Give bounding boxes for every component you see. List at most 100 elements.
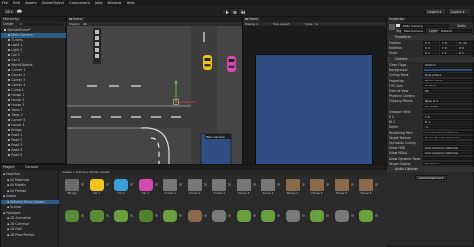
asset-thumbnail[interactable]: [310, 210, 324, 222]
expand-prefab-icon[interactable]: [105, 183, 109, 186]
camera-prop-field[interactable]: [423, 141, 473, 145]
rotation-y-field[interactable]: Y 0: [440, 46, 456, 50]
asset-thumbnail[interactable]: [285, 210, 300, 222]
asset-thumbnail[interactable]: [163, 179, 177, 191]
asset-thumbnail[interactable]: [114, 210, 128, 222]
camera-prop-field[interactable]: Everything: [423, 73, 473, 77]
camera-prop-field[interactable]: [423, 94, 473, 98]
position-y-field[interactable]: Y 0: [440, 41, 456, 45]
asset-thumbnail[interactable]: [236, 179, 251, 191]
asset-thumbnail[interactable]: [212, 210, 226, 222]
camera-prop-field[interactable]: -1: [423, 125, 473, 129]
camera-section-header[interactable]: Camera: [387, 57, 474, 62]
play-button[interactable]: [222, 7, 230, 15]
folder-item[interactable]: ▪ All Prefabs: [7, 189, 26, 193]
asset-thumbnail[interactable]: [163, 210, 177, 222]
asset-thumbnail[interactable]: [261, 179, 275, 191]
camera-prop-field[interactable]: [423, 156, 473, 161]
scale-x-field[interactable]: X 1: [423, 51, 439, 55]
camera-prop-field[interactable]: [423, 68, 473, 72]
asset-thumbnail[interactable]: [261, 210, 275, 222]
asset-thumbnail[interactable]: [114, 179, 128, 191]
folder-item[interactable]: ▪ 2D Path: [7, 227, 22, 231]
folder-item[interactable]: ▪ 2D Pixel Perfect: [7, 233, 34, 237]
layer-dropdown[interactable]: Default: [439, 29, 472, 33]
asset-thumbnail[interactable]: [236, 210, 251, 222]
tag-dropdown[interactable]: MainCamera: [402, 29, 426, 33]
scale-z-field[interactable]: Z 1: [457, 51, 473, 55]
expand-prefab-icon[interactable]: [277, 214, 280, 217]
expand-prefab-icon[interactable]: [326, 214, 329, 217]
expand-prefab-icon[interactable]: [154, 214, 158, 217]
folder-item[interactable]: ▪ Assets: [3, 194, 16, 198]
static-toggle[interactable]: Static: [457, 24, 466, 28]
active-checkbox[interactable]: [396, 24, 400, 27]
camera-prop-field[interactable]: Skybox: [423, 63, 473, 67]
expand-prefab-icon[interactable]: [203, 214, 207, 217]
asset-thumbnail[interactable]: [187, 210, 202, 222]
camera-prop-field[interactable]: Near 0.3: [423, 99, 473, 103]
rotation-x-field[interactable]: X 0: [423, 46, 439, 50]
asset-thumbnail[interactable]: [138, 179, 153, 191]
hierarchy-search-input[interactable]: All: [17, 22, 63, 27]
camera-prop-field[interactable]: H 1: [423, 120, 473, 124]
camera-prop-field[interactable]: Display 1: [423, 161, 473, 166]
expand-prefab-icon[interactable]: [301, 183, 305, 186]
expand-prefab-icon[interactable]: [130, 183, 133, 186]
asset-thumbnail[interactable]: [334, 210, 349, 222]
expand-prefab-icon[interactable]: [130, 214, 133, 217]
expand-prefab-icon[interactable]: [350, 183, 354, 186]
expand-prefab-icon[interactable]: [179, 214, 182, 217]
folder-item[interactable]: ▪ Favorites: [3, 172, 20, 176]
asset-thumbnail[interactable]: [285, 179, 300, 191]
folder-item[interactable]: ▪ All Models: [7, 183, 26, 187]
scene-viewport[interactable]: Main Camera: [67, 26, 243, 165]
asset-thumbnail[interactable]: [138, 210, 153, 222]
camera-prop-field[interactable]: Use Graphics Settings: [423, 130, 473, 135]
hierarchy-create-button[interactable]: Create: [3, 22, 13, 27]
expand-prefab-icon[interactable]: [179, 183, 182, 186]
expand-prefab-icon[interactable]: [154, 183, 158, 186]
asset-thumbnail[interactable]: [310, 179, 324, 191]
cloud-icon[interactable]: [14, 7, 22, 15]
position-x-field[interactable]: X 0: [423, 41, 439, 45]
position-z-field[interactable]: Z -10: [457, 41, 473, 45]
folder-item[interactable]: ▪ All Materials: [7, 178, 29, 182]
transform-section-header[interactable]: Transform: [387, 35, 474, 40]
folder-item[interactable]: ▪ Delivery Driver Assets: [1, 199, 59, 204]
add-component-button[interactable]: Add Component: [415, 175, 447, 180]
tab-inspector[interactable]: Inspector: [387, 17, 407, 22]
folder-item[interactable]: ▪ Scenes: [7, 205, 21, 209]
asset-thumbnail[interactable]: [359, 210, 373, 222]
expand-prefab-icon[interactable]: [228, 183, 231, 186]
camera-prop-field[interactable]: Y 0: [423, 115, 473, 119]
step-button[interactable]: [238, 7, 246, 15]
asset-thumbnail[interactable]: [65, 210, 79, 222]
expand-prefab-icon[interactable]: [228, 214, 231, 217]
rotation-z-field[interactable]: Z 0: [457, 46, 473, 50]
asset-thumbnail[interactable]: [212, 179, 226, 191]
folder-item[interactable]: ▪ 2D Common: [7, 222, 29, 226]
expand-prefab-icon[interactable]: [301, 214, 305, 217]
expand-prefab-icon[interactable]: [375, 214, 378, 217]
expand-prefab-icon[interactable]: [105, 214, 109, 217]
camera-prop-field[interactable]: Far 1000: [423, 104, 473, 109]
camera-prop-field[interactable]: Perspective: [423, 78, 473, 83]
scale-y-field[interactable]: Y 1: [440, 51, 456, 55]
expand-prefab-icon[interactable]: [277, 183, 280, 186]
camera-prop-field[interactable]: Use Graphics Settings: [423, 151, 473, 155]
layout-dropdown[interactable]: Layout ▾: [448, 7, 471, 15]
camera-prop-field[interactable]: [423, 109, 473, 114]
expand-prefab-icon[interactable]: [252, 214, 256, 217]
hierarchy-item[interactable]: Road 5: [1, 153, 66, 158]
expand-prefab-icon[interactable]: [375, 183, 378, 186]
expand-prefab-icon[interactable]: [81, 183, 84, 186]
expand-prefab-icon[interactable]: [81, 214, 84, 217]
folder-item[interactable]: ▪ 2D Animation: [7, 216, 31, 220]
camera-prop-field[interactable]: Use Graphics Settings: [423, 146, 473, 150]
asset-thumbnail[interactable]: [65, 179, 79, 191]
audio-listener-section-header[interactable]: Audio Listener: [387, 167, 474, 172]
expand-prefab-icon[interactable]: [350, 214, 354, 217]
object-name-field[interactable]: Main Camera: [401, 24, 449, 28]
asset-thumbnail[interactable]: [187, 179, 202, 191]
